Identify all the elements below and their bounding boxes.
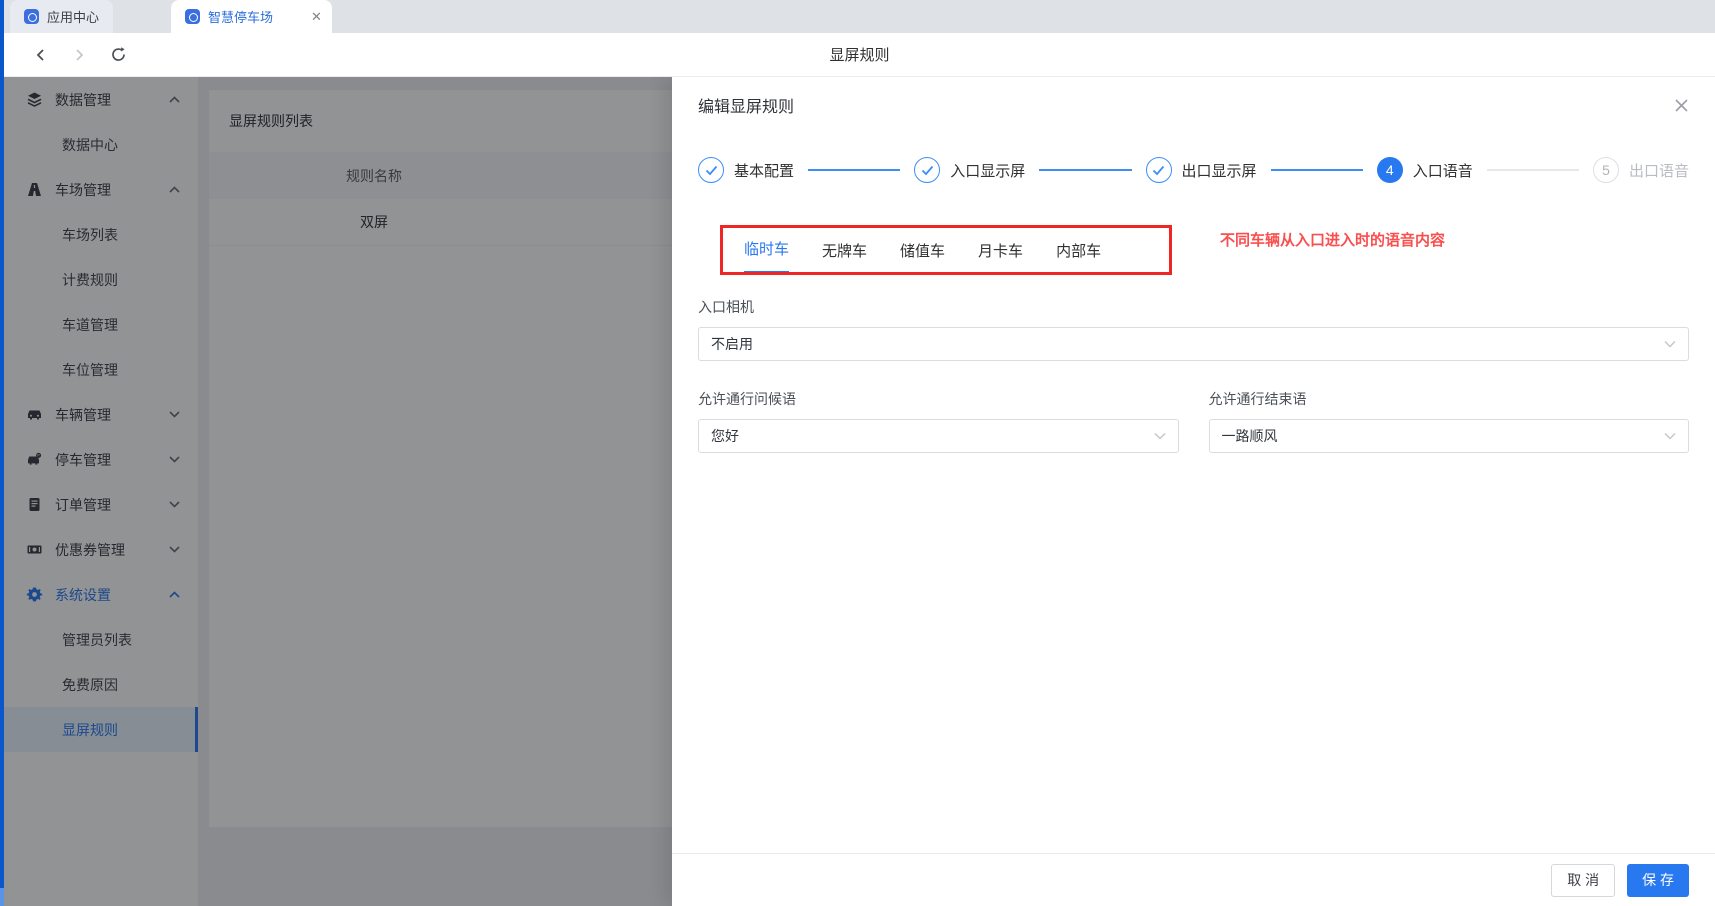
edit-display-rule-drawer: 编辑显屏规则 基本配置 入口显示屏 出口显示屏 4 入口语音 5 出口语音 临时… xyxy=(672,77,1715,906)
navbar: 显屏规则 xyxy=(4,33,1715,77)
tab-internal-car[interactable]: 内部车 xyxy=(1056,240,1101,273)
ending-select[interactable]: 一路顺风 xyxy=(1208,419,1689,453)
tab-smart-parking[interactable]: 智慧停车场 ✕ xyxy=(171,0,332,33)
window-edge-scrollbar[interactable] xyxy=(0,0,4,906)
step-basic-config[interactable]: 基本配置 xyxy=(698,157,794,183)
ending-label: 允许通行结束语 xyxy=(1208,391,1307,407)
tab-temporary-car[interactable]: 临时车 xyxy=(744,238,790,273)
step-exit-screen[interactable]: 出口显示屏 xyxy=(1145,157,1257,183)
step-wizard: 基本配置 入口显示屏 出口显示屏 4 入口语音 5 出口语音 xyxy=(698,157,1689,183)
tab-label: 智慧停车场 xyxy=(208,10,274,25)
chevron-down-icon xyxy=(1153,432,1166,440)
tab-app-center[interactable]: 应用中心 xyxy=(10,0,114,33)
entrance-camera-select[interactable]: 不启用 xyxy=(698,327,1689,361)
tab-monthly-card-car[interactable]: 月卡车 xyxy=(978,240,1023,273)
annotation-text: 不同车辆从入口进入时的语音内容 xyxy=(1220,232,1446,249)
page-title: 显屏规则 xyxy=(829,47,890,64)
tab-label: 应用中心 xyxy=(47,10,100,25)
close-tab-icon[interactable]: ✕ xyxy=(311,10,322,23)
select-value: 一路顺风 xyxy=(1221,428,1278,444)
browser-tabbar: 应用中心 智慧停车场 ✕ xyxy=(4,0,1715,33)
entrance-camera-label: 入口相机 xyxy=(698,299,754,315)
tab-unlicensed-car[interactable]: 无牌车 xyxy=(822,240,867,273)
step-entrance-voice[interactable]: 4 入口语音 xyxy=(1376,157,1473,183)
save-button[interactable]: 保 存 xyxy=(1627,863,1689,897)
close-icon[interactable] xyxy=(1674,98,1689,113)
select-value: 您好 xyxy=(711,428,739,444)
voice-form: 入口相机 不启用 允许通行问候语 您好 允许通行结束语 一路顺风 xyxy=(698,297,1689,453)
tab-stored-value-car[interactable]: 储值车 xyxy=(900,240,945,273)
select-value: 不启用 xyxy=(711,336,753,352)
smart-parking-icon xyxy=(185,9,201,24)
step-exit-voice[interactable]: 5 出口语音 xyxy=(1593,157,1689,183)
check-icon xyxy=(698,157,724,183)
step-number: 5 xyxy=(1593,157,1619,183)
drawer-footer: 取 消 保 存 xyxy=(672,853,1715,906)
greeting-label: 允许通行问候语 xyxy=(698,391,796,407)
step-number: 4 xyxy=(1376,157,1403,183)
step-connector xyxy=(1270,169,1363,171)
chevron-down-icon xyxy=(1664,432,1676,440)
drawer-title: 编辑显屏规则 xyxy=(698,99,795,116)
chevron-down-icon xyxy=(1664,340,1676,348)
app-center-icon xyxy=(24,9,39,24)
check-icon xyxy=(914,157,941,183)
greeting-select[interactable]: 您好 xyxy=(698,419,1179,453)
vehicle-tabs-area: 临时车 无牌车 储值车 月卡车 内部车 不同车辆从入口进入时的语音内容 xyxy=(698,225,1689,281)
scrollbar-thumb[interactable] xyxy=(0,888,4,906)
step-connector xyxy=(808,169,901,171)
step-entrance-screen[interactable]: 入口显示屏 xyxy=(914,157,1025,183)
step-connector xyxy=(1039,169,1132,171)
check-icon xyxy=(1145,157,1172,183)
cancel-button[interactable]: 取 消 xyxy=(1551,863,1616,897)
step-connector xyxy=(1486,169,1579,171)
